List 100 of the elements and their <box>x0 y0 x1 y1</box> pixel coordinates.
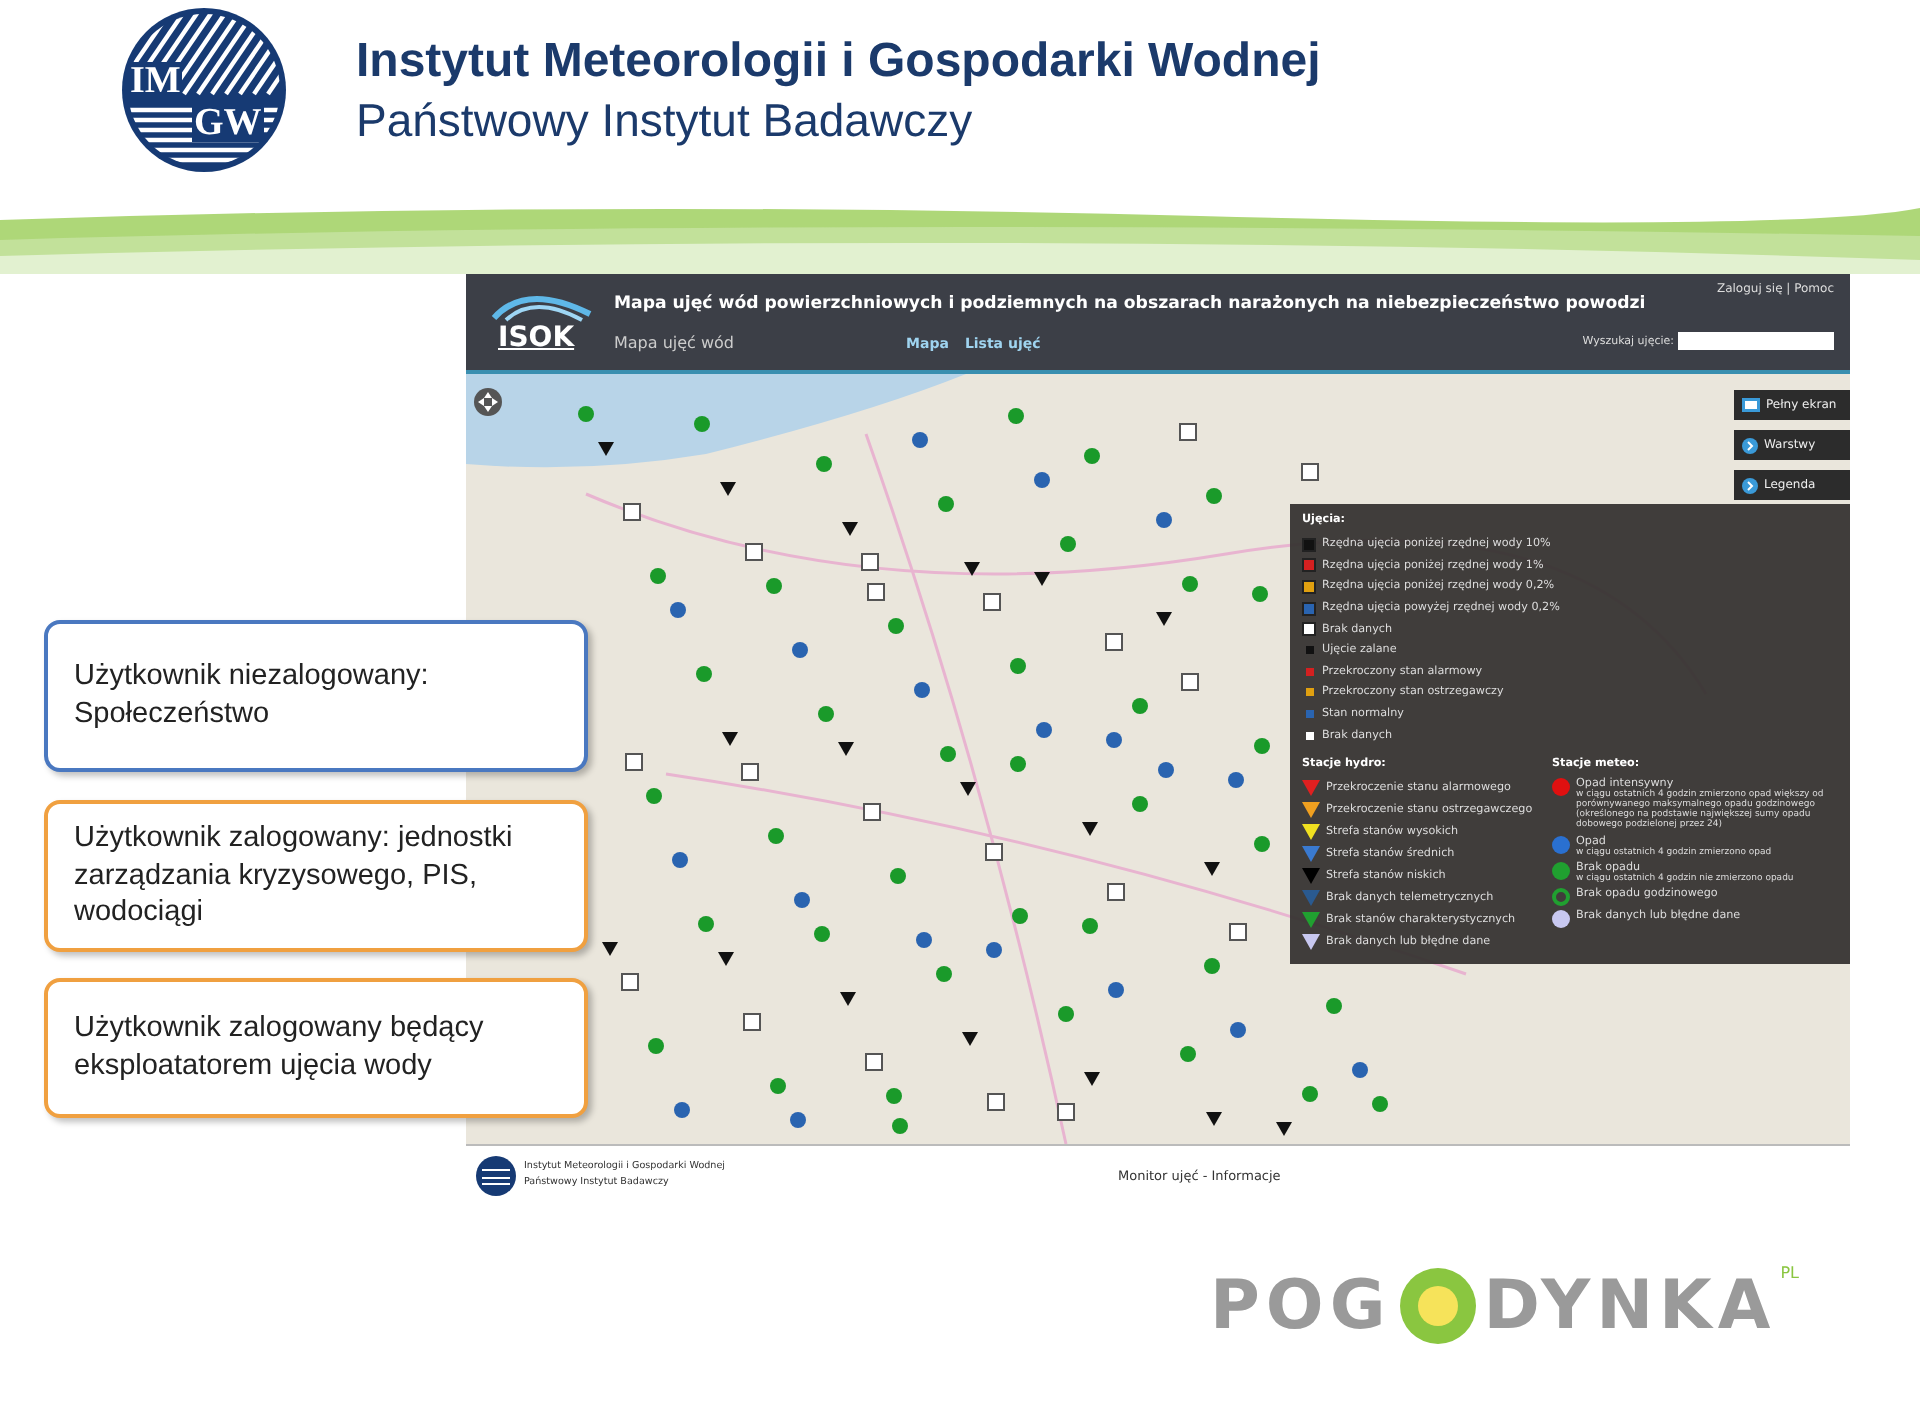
map-marker[interactable] <box>987 1093 1005 1111</box>
map-marker[interactable] <box>625 753 643 771</box>
map-marker[interactable] <box>1254 738 1270 754</box>
map-marker[interactable] <box>886 1088 902 1104</box>
map-marker[interactable] <box>790 1112 806 1128</box>
map-marker[interactable] <box>1228 772 1244 788</box>
map-marker[interactable] <box>792 642 808 658</box>
map-marker[interactable] <box>838 742 854 756</box>
map-marker[interactable] <box>1302 1086 1318 1102</box>
map-marker[interactable] <box>1156 612 1172 626</box>
map-marker[interactable] <box>1276 1122 1292 1136</box>
map-marker[interactable] <box>1058 1006 1074 1022</box>
map-marker[interactable] <box>1034 472 1050 488</box>
map-marker[interactable] <box>888 618 904 634</box>
map-marker[interactable] <box>912 432 928 448</box>
map-marker[interactable] <box>1230 1022 1246 1038</box>
map-marker[interactable] <box>1082 822 1098 836</box>
map-marker[interactable] <box>650 568 666 584</box>
map-marker[interactable] <box>936 966 952 982</box>
map-marker[interactable] <box>865 1053 883 1071</box>
map-marker[interactable] <box>985 843 1003 861</box>
map-marker[interactable] <box>1132 796 1148 812</box>
map-marker[interactable] <box>674 1102 690 1118</box>
map-marker[interactable] <box>1084 448 1100 464</box>
map-marker[interactable] <box>770 1078 786 1094</box>
map-marker[interactable] <box>964 562 980 576</box>
map-marker[interactable] <box>766 578 782 594</box>
map-marker[interactable] <box>890 868 906 884</box>
map-marker[interactable] <box>1034 572 1050 586</box>
map-marker[interactable] <box>983 593 1001 611</box>
map-marker[interactable] <box>1206 488 1222 504</box>
map-marker[interactable] <box>1301 463 1319 481</box>
map-marker[interactable] <box>1012 908 1028 924</box>
map-marker[interactable] <box>863 803 881 821</box>
map-marker[interactable] <box>621 973 639 991</box>
map-marker[interactable] <box>1204 958 1220 974</box>
map-marker[interactable] <box>1229 923 1247 941</box>
map-marker[interactable] <box>914 682 930 698</box>
map-marker[interactable] <box>1372 1096 1388 1112</box>
map-marker[interactable] <box>842 522 858 536</box>
map-marker[interactable] <box>1084 1072 1100 1086</box>
map-marker[interactable] <box>938 496 954 512</box>
map-marker[interactable] <box>861 553 879 571</box>
map-marker[interactable] <box>1158 762 1174 778</box>
map-marker[interactable] <box>960 782 976 796</box>
map-marker[interactable] <box>940 746 956 762</box>
map-marker[interactable] <box>1179 423 1197 441</box>
map-marker[interactable] <box>818 706 834 722</box>
map-marker[interactable] <box>892 1118 908 1134</box>
map-marker[interactable] <box>1326 998 1342 1014</box>
app-title: Mapa ujęć wód powierzchniowych i podziemnych na obszarach narażonych na niebezpieczeństwo powodzi <box>614 294 1646 314</box>
map-marker[interactable] <box>1036 722 1052 738</box>
map-marker[interactable] <box>1010 756 1026 772</box>
map-marker[interactable] <box>1108 982 1124 998</box>
map-marker[interactable] <box>1204 862 1220 876</box>
map-marker[interactable] <box>986 942 1002 958</box>
map-marker[interactable] <box>1352 1062 1368 1078</box>
map-marker[interactable] <box>698 916 714 932</box>
map-marker[interactable] <box>720 482 736 496</box>
map-marker[interactable] <box>794 892 810 908</box>
map-marker[interactable] <box>768 828 784 844</box>
map-marker[interactable] <box>1106 732 1122 748</box>
map-marker[interactable] <box>741 763 759 781</box>
map-marker[interactable] <box>840 992 856 1006</box>
pan-control-icon[interactable] <box>472 386 504 418</box>
map-marker[interactable] <box>623 503 641 521</box>
map-marker[interactable] <box>646 788 662 804</box>
map-marker[interactable] <box>602 942 618 956</box>
map-marker[interactable] <box>1180 1046 1196 1062</box>
map-marker[interactable] <box>867 583 885 601</box>
map-marker[interactable] <box>1206 1112 1222 1126</box>
map-marker[interactable] <box>696 666 712 682</box>
map-marker[interactable] <box>1060 536 1076 552</box>
map-marker[interactable] <box>718 952 734 966</box>
map-marker[interactable] <box>962 1032 978 1046</box>
search-field[interactable] <box>1678 332 1834 350</box>
map-marker[interactable] <box>670 602 686 618</box>
map-marker[interactable] <box>745 543 763 561</box>
map-marker[interactable] <box>598 442 614 456</box>
map-marker[interactable] <box>1132 698 1148 714</box>
map-marker[interactable] <box>1082 918 1098 934</box>
map-marker[interactable] <box>694 416 710 432</box>
map-marker[interactable] <box>1010 658 1026 674</box>
map-marker[interactable] <box>722 732 738 746</box>
map-marker[interactable] <box>648 1038 664 1054</box>
map-marker[interactable] <box>1254 836 1270 852</box>
map-marker[interactable] <box>1156 512 1172 528</box>
map-marker[interactable] <box>816 456 832 472</box>
map-marker[interactable] <box>1181 673 1199 691</box>
map-marker[interactable] <box>1252 586 1268 602</box>
map-marker[interactable] <box>1057 1103 1075 1121</box>
map-marker[interactable] <box>578 406 594 422</box>
map-marker[interactable] <box>672 852 688 868</box>
map-marker[interactable] <box>1182 576 1198 592</box>
map-marker[interactable] <box>1107 883 1125 901</box>
map-marker[interactable] <box>916 932 932 948</box>
map-marker[interactable] <box>814 926 830 942</box>
map-marker[interactable] <box>743 1013 761 1031</box>
map-marker[interactable] <box>1105 633 1123 651</box>
map-marker[interactable] <box>1008 408 1024 424</box>
